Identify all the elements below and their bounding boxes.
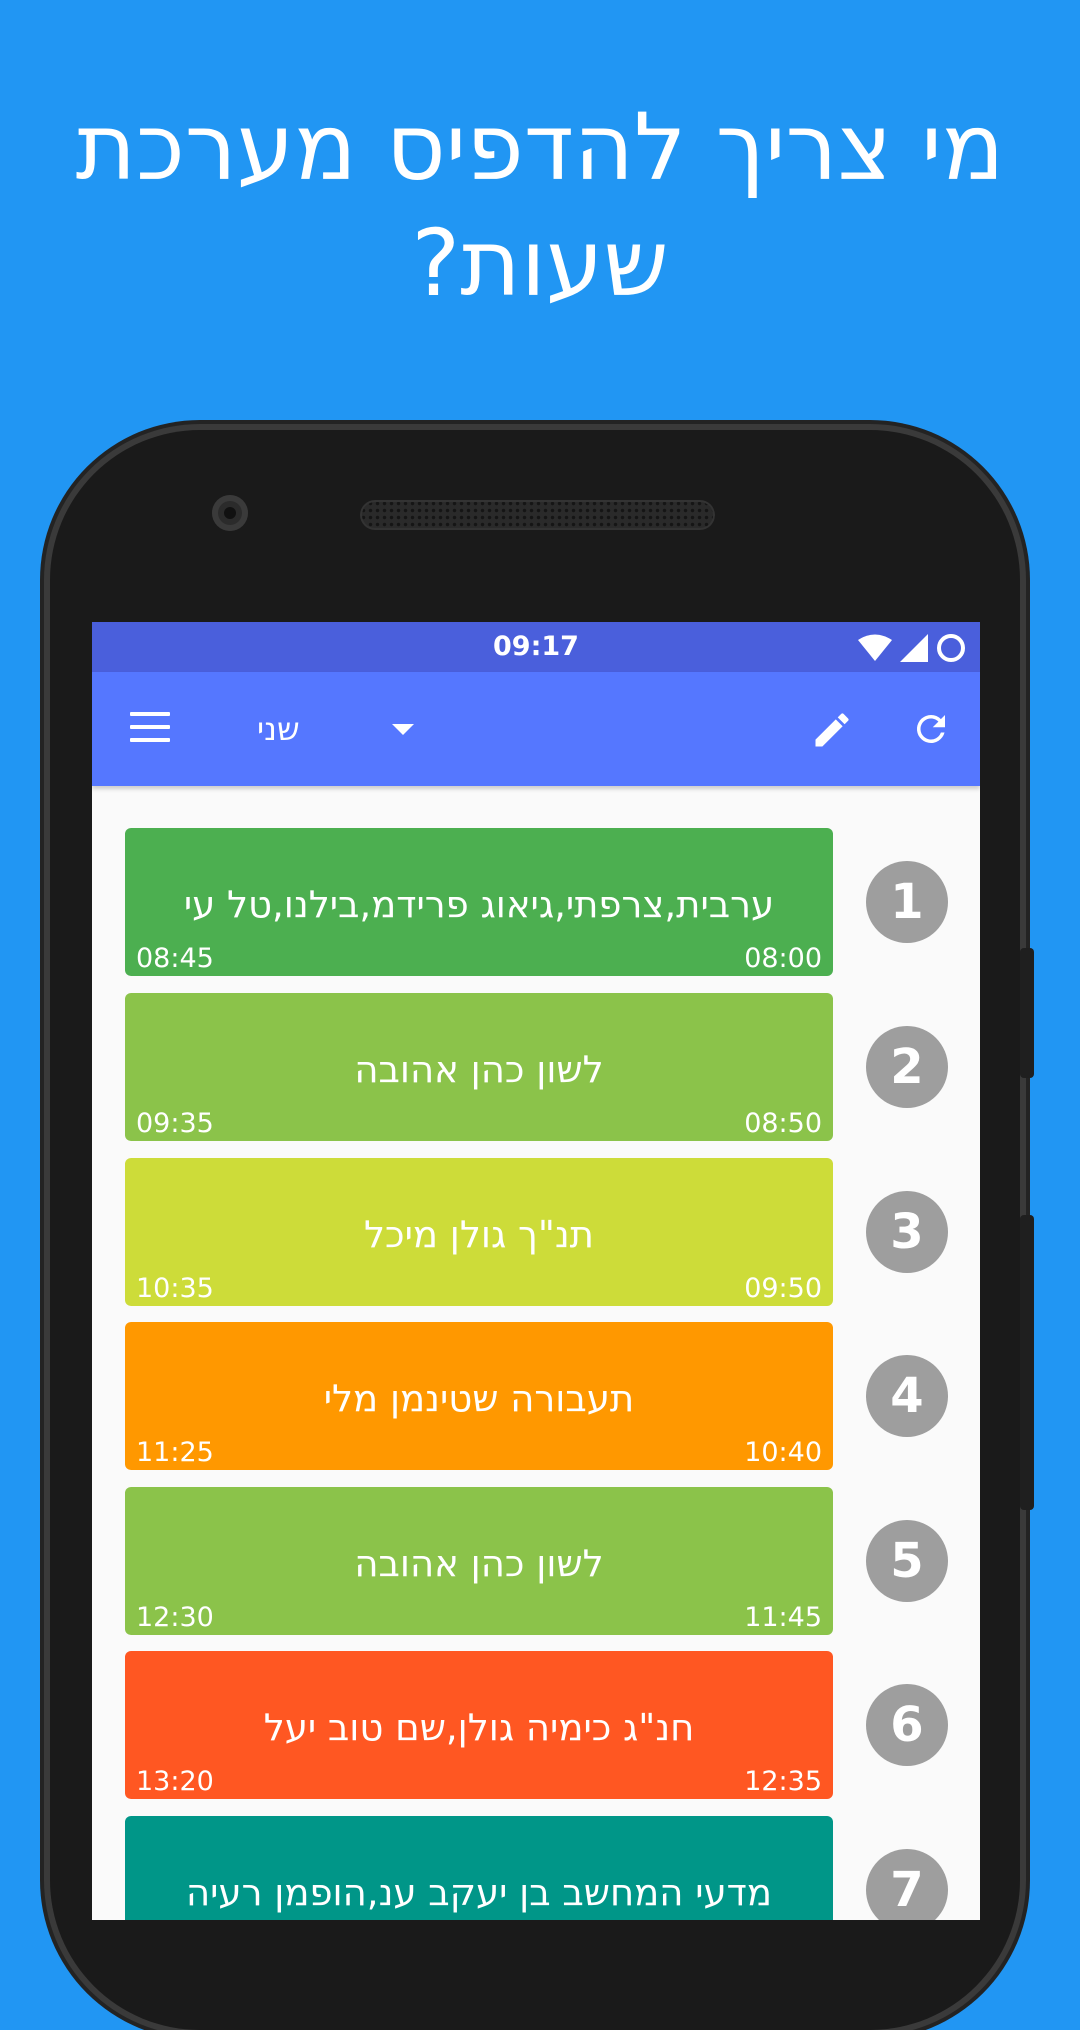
edit-icon[interactable]: [810, 708, 854, 752]
lesson-end-time: 13:20: [136, 1766, 214, 1797]
promo-headline: מי צריך להדפיס מערכת שעות?: [0, 90, 1080, 322]
lesson-subject: לשון כהן אהובה: [354, 1048, 604, 1091]
lesson-subject: מדעי המחשב בן יעקב ענ,הופמן רעיה: [185, 1871, 772, 1914]
lesson-subject: תעבורה שטינמן מלי: [323, 1377, 635, 1420]
period-number-1: 1: [866, 861, 948, 943]
lesson-start-time: 08:00: [744, 943, 822, 974]
lesson-card-2[interactable]: לשון כהן אהובה 09:35 08:50: [125, 993, 833, 1141]
lesson-end-time: 10:35: [136, 1273, 214, 1304]
period-number-2: 2: [866, 1026, 948, 1108]
earpiece-speaker: [360, 500, 715, 530]
lesson-end-time: 08:45: [136, 943, 214, 974]
lesson-end-time: 09:35: [136, 1108, 214, 1139]
lesson-start-time: 09:50: [744, 1273, 822, 1304]
front-camera: [212, 495, 248, 531]
lesson-start-time: 11:45: [744, 1602, 822, 1633]
lesson-card-4[interactable]: תעבורה שטינמן מלי 11:25 10:40: [125, 1322, 833, 1470]
day-selector[interactable]: שני: [257, 708, 300, 750]
headline-line-1: מי צריך להדפיס מערכת: [75, 94, 1005, 201]
status-bar: 09:17: [92, 622, 980, 672]
lesson-card-7[interactable]: מדעי המחשב בן יעקב ענ,הופמן רעיה: [125, 1816, 833, 1920]
battery-circle-icon: [937, 634, 965, 662]
lesson-subject: חנ"ג כימיה גולן,שם טוב יעל: [263, 1706, 695, 1749]
period-number-4: 4: [866, 1355, 948, 1437]
cell-signal-icon: [900, 634, 928, 662]
lesson-card-3[interactable]: תנ"ך גולן מיכל 10:35 09:50: [125, 1158, 833, 1306]
headline-line-2: שעות?: [411, 210, 669, 317]
phone-screen: 09:17 שני ערבית,צרפתי,גיאוג פרידמ,בילנו,…: [92, 622, 980, 1920]
lesson-subject: לשון כהן אהובה: [354, 1542, 604, 1585]
period-number-6: 6: [866, 1684, 948, 1766]
phone-volume-button: [1020, 948, 1034, 1078]
app-bar: שני: [92, 672, 980, 786]
lesson-end-time: 12:30: [136, 1602, 214, 1633]
phone-power-button: [1020, 1215, 1034, 1510]
chevron-down-icon[interactable]: [392, 724, 414, 735]
period-number-7: 7: [866, 1849, 948, 1920]
lesson-start-time: 12:35: [744, 1766, 822, 1797]
lesson-start-time: 10:40: [744, 1437, 822, 1468]
refresh-icon[interactable]: [910, 708, 952, 750]
status-time: 09:17: [493, 631, 579, 662]
lesson-start-time: 08:50: [744, 1108, 822, 1139]
period-number-5: 5: [866, 1520, 948, 1602]
status-icons: [858, 633, 966, 663]
lesson-card-1[interactable]: ערבית,צרפתי,גיאוג פרידמ,בילנו,טל עי 08:4…: [125, 828, 833, 976]
lesson-subject: ערבית,צרפתי,גיאוג פרידמ,בילנו,טל עי: [183, 883, 775, 926]
lesson-card-6[interactable]: חנ"ג כימיה גולן,שם טוב יעל 13:20 12:35: [125, 1651, 833, 1799]
lesson-subject: תנ"ך גולן מיכל: [364, 1213, 594, 1256]
period-number-3: 3: [866, 1191, 948, 1273]
lesson-card-5[interactable]: לשון כהן אהובה 12:30 11:45: [125, 1487, 833, 1635]
lesson-end-time: 11:25: [136, 1437, 214, 1468]
wifi-icon: [858, 634, 892, 661]
menu-icon[interactable]: [130, 712, 170, 746]
